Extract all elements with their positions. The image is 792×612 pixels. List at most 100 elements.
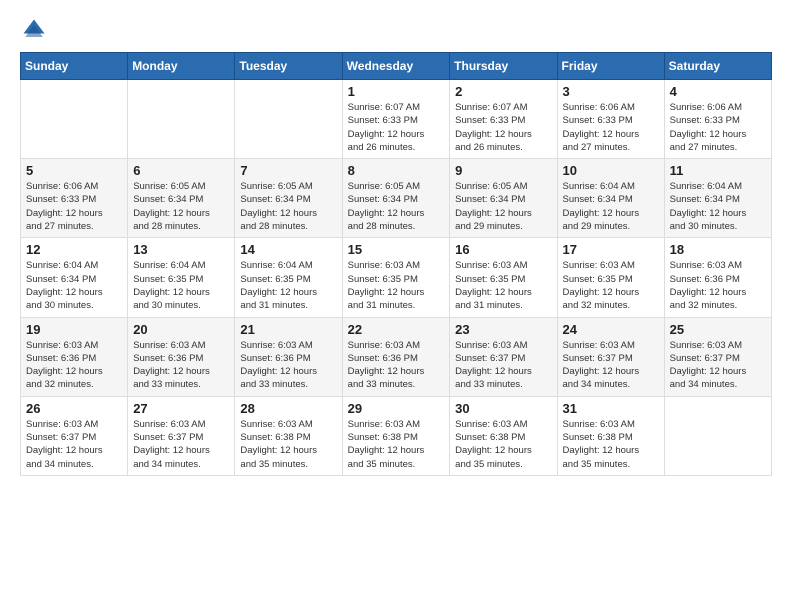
calendar-week-row: 26 Sunrise: 6:03 AM Sunset: 6:37 PM Dayli… [21, 396, 772, 475]
logo [20, 16, 52, 44]
day-number: 3 [563, 84, 659, 99]
day-info: Sunrise: 6:05 AM Sunset: 6:34 PM Dayligh… [455, 180, 551, 233]
calendar-week-row: 5 Sunrise: 6:06 AM Sunset: 6:33 PM Daylig… [21, 159, 772, 238]
calendar-cell [21, 80, 128, 159]
calendar-cell: 19 Sunrise: 6:03 AM Sunset: 6:36 PM Dayli… [21, 317, 128, 396]
calendar-cell: 27Sunrise: 6:03 AM Sunset: 6:37 PM Dayli… [128, 396, 235, 475]
day-info: Sunrise: 6:03 AM Sunset: 6:38 PM Dayligh… [563, 418, 659, 471]
weekday-header: Friday [557, 53, 664, 80]
calendar-cell: 29Sunrise: 6:03 AM Sunset: 6:38 PM Dayli… [342, 396, 450, 475]
weekday-header: Saturday [664, 53, 771, 80]
calendar-cell: 4Sunrise: 6:06 AM Sunset: 6:33 PM Daylig… [664, 80, 771, 159]
weekday-header: Sunday [21, 53, 128, 80]
day-info: Sunrise: 6:05 AM Sunset: 6:34 PM Dayligh… [348, 180, 445, 233]
day-number: 5 [26, 163, 122, 178]
calendar-cell: 9 Sunrise: 6:05 AM Sunset: 6:34 PM Daylig… [450, 159, 557, 238]
day-number: 13 [133, 242, 229, 257]
calendar-cell: 6 Sunrise: 6:05 AM Sunset: 6:34 PM Daylig… [128, 159, 235, 238]
day-number: 25 [670, 322, 766, 337]
day-number: 12 [26, 242, 122, 257]
calendar-week-row: 1 Sunrise: 6:07 AM Sunset: 6:33 PM Daylig… [21, 80, 772, 159]
day-info: Sunrise: 6:04 AM Sunset: 6:34 PM Dayligh… [26, 259, 122, 312]
calendar-cell [235, 80, 342, 159]
day-number: 22 [348, 322, 445, 337]
day-info: Sunrise: 6:03 AM Sunset: 6:37 PM Dayligh… [563, 339, 659, 392]
calendar-cell: 1 Sunrise: 6:07 AM Sunset: 6:33 PM Daylig… [342, 80, 450, 159]
day-number: 8 [348, 163, 445, 178]
day-number: 1 [348, 84, 445, 99]
calendar-table: SundayMondayTuesdayWednesdayThursdayFrid… [20, 52, 772, 476]
day-number: 21 [240, 322, 336, 337]
day-number: 31 [563, 401, 659, 416]
calendar-cell: 14 Sunrise: 6:04 AM Sunset: 6:35 PM Dayli… [235, 238, 342, 317]
weekday-header: Monday [128, 53, 235, 80]
day-info: Sunrise: 6:03 AM Sunset: 6:36 PM Dayligh… [26, 339, 122, 392]
day-number: 17 [563, 242, 659, 257]
day-info: Sunrise: 6:03 AM Sunset: 6:38 PM Dayligh… [348, 418, 445, 471]
day-info: Sunrise: 6:03 AM Sunset: 6:37 PM Dayligh… [26, 418, 122, 471]
calendar-cell: 22 Sunrise: 6:03 AM Sunset: 6:36 PM Dayli… [342, 317, 450, 396]
day-info: Sunrise: 6:05 AM Sunset: 6:34 PM Dayligh… [240, 180, 336, 233]
day-info: Sunrise: 6:04 AM Sunset: 6:35 PM Dayligh… [240, 259, 336, 312]
page: SundayMondayTuesdayWednesdayThursdayFrid… [0, 0, 792, 486]
day-number: 23 [455, 322, 551, 337]
day-number: 24 [563, 322, 659, 337]
calendar-cell: 24 Sunrise: 6:03 AM Sunset: 6:37 PM Dayli… [557, 317, 664, 396]
day-number: 19 [26, 322, 122, 337]
weekday-header: Wednesday [342, 53, 450, 80]
day-info: Sunrise: 6:03 AM Sunset: 6:37 PM Dayligh… [133, 418, 229, 471]
day-info: Sunrise: 6:04 AM Sunset: 6:34 PM Dayligh… [563, 180, 659, 233]
calendar-cell: 28 Sunrise: 6:03 AM Sunset: 6:38 PM Dayli… [235, 396, 342, 475]
day-number: 20 [133, 322, 229, 337]
day-number: 10 [563, 163, 659, 178]
calendar-cell: 31 Sunrise: 6:03 AM Sunset: 6:38 PM Dayli… [557, 396, 664, 475]
weekday-header: Thursday [450, 53, 557, 80]
calendar-cell: 7Sunrise: 6:05 AM Sunset: 6:34 PM Daylig… [235, 159, 342, 238]
day-number: 11 [670, 163, 766, 178]
weekday-header: Tuesday [235, 53, 342, 80]
day-info: Sunrise: 6:07 AM Sunset: 6:33 PM Dayligh… [348, 101, 445, 154]
calendar-cell: 30Sunrise: 6:03 AM Sunset: 6:38 PM Dayli… [450, 396, 557, 475]
calendar-cell: 3 Sunrise: 6:06 AM Sunset: 6:33 PM Daylig… [557, 80, 664, 159]
day-number: 9 [455, 163, 551, 178]
day-info: Sunrise: 6:03 AM Sunset: 6:35 PM Dayligh… [455, 259, 551, 312]
calendar-cell: 2 Sunrise: 6:07 AM Sunset: 6:33 PM Daylig… [450, 80, 557, 159]
day-number: 26 [26, 401, 122, 416]
day-info: Sunrise: 6:03 AM Sunset: 6:36 PM Dayligh… [670, 259, 766, 312]
day-number: 14 [240, 242, 336, 257]
day-info: Sunrise: 6:05 AM Sunset: 6:34 PM Dayligh… [133, 180, 229, 233]
calendar-cell: 17Sunrise: 6:03 AM Sunset: 6:35 PM Dayli… [557, 238, 664, 317]
day-info: Sunrise: 6:04 AM Sunset: 6:34 PM Dayligh… [670, 180, 766, 233]
day-number: 28 [240, 401, 336, 416]
day-info: Sunrise: 6:03 AM Sunset: 6:38 PM Dayligh… [455, 418, 551, 471]
calendar-cell: 26 Sunrise: 6:03 AM Sunset: 6:37 PM Dayli… [21, 396, 128, 475]
calendar-cell: 5 Sunrise: 6:06 AM Sunset: 6:33 PM Daylig… [21, 159, 128, 238]
day-info: Sunrise: 6:07 AM Sunset: 6:33 PM Dayligh… [455, 101, 551, 154]
calendar-cell: 11 Sunrise: 6:04 AM Sunset: 6:34 PM Dayli… [664, 159, 771, 238]
calendar-cell: 10 Sunrise: 6:04 AM Sunset: 6:34 PM Dayli… [557, 159, 664, 238]
day-info: Sunrise: 6:03 AM Sunset: 6:36 PM Dayligh… [240, 339, 336, 392]
calendar-cell: 15Sunrise: 6:03 AM Sunset: 6:35 PM Dayli… [342, 238, 450, 317]
day-info: Sunrise: 6:06 AM Sunset: 6:33 PM Dayligh… [670, 101, 766, 154]
calendar-cell [664, 396, 771, 475]
day-number: 2 [455, 84, 551, 99]
day-number: 16 [455, 242, 551, 257]
header [20, 16, 772, 44]
day-info: Sunrise: 6:03 AM Sunset: 6:37 PM Dayligh… [455, 339, 551, 392]
day-info: Sunrise: 6:03 AM Sunset: 6:36 PM Dayligh… [348, 339, 445, 392]
calendar-cell: 18Sunrise: 6:03 AM Sunset: 6:36 PM Dayli… [664, 238, 771, 317]
day-number: 6 [133, 163, 229, 178]
day-info: Sunrise: 6:06 AM Sunset: 6:33 PM Dayligh… [563, 101, 659, 154]
calendar-week-row: 12 Sunrise: 6:04 AM Sunset: 6:34 PM Dayli… [21, 238, 772, 317]
calendar-cell: 20 Sunrise: 6:03 AM Sunset: 6:36 PM Dayli… [128, 317, 235, 396]
calendar-cell: 23 Sunrise: 6:03 AM Sunset: 6:37 PM Dayli… [450, 317, 557, 396]
calendar-cell: 25 Sunrise: 6:03 AM Sunset: 6:37 PM Dayli… [664, 317, 771, 396]
day-info: Sunrise: 6:03 AM Sunset: 6:35 PM Dayligh… [348, 259, 445, 312]
day-info: Sunrise: 6:04 AM Sunset: 6:35 PM Dayligh… [133, 259, 229, 312]
day-info: Sunrise: 6:03 AM Sunset: 6:36 PM Dayligh… [133, 339, 229, 392]
day-info: Sunrise: 6:03 AM Sunset: 6:38 PM Dayligh… [240, 418, 336, 471]
day-info: Sunrise: 6:03 AM Sunset: 6:37 PM Dayligh… [670, 339, 766, 392]
day-info: Sunrise: 6:06 AM Sunset: 6:33 PM Dayligh… [26, 180, 122, 233]
calendar-cell: 13 Sunrise: 6:04 AM Sunset: 6:35 PM Dayli… [128, 238, 235, 317]
calendar-cell: 21 Sunrise: 6:03 AM Sunset: 6:36 PM Dayli… [235, 317, 342, 396]
